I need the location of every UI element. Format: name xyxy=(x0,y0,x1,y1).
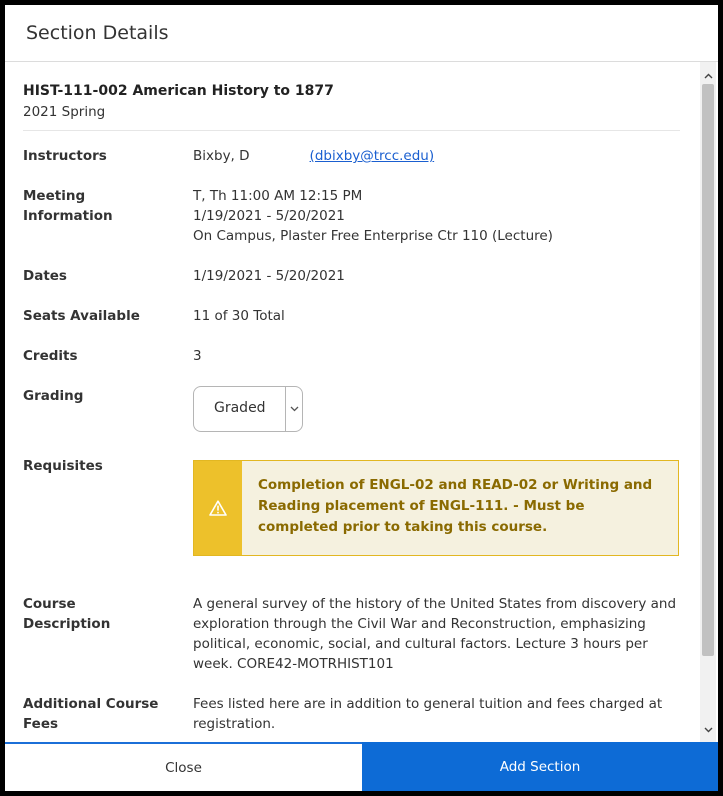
dates-label: Dates xyxy=(23,268,67,284)
grading-selected-value: Graded xyxy=(214,400,266,416)
meeting-information-label: Meeting Information xyxy=(23,186,183,226)
dialog-footer: Close Add Section xyxy=(5,742,718,791)
description-label-line2: Description xyxy=(23,616,111,632)
meeting-information-value: T, Th 11:00 AM 12:15 PM 1/19/2021 - 5/20… xyxy=(193,186,683,246)
vertical-scrollbar[interactable] xyxy=(700,62,716,742)
meeting-date-range: 1/19/2021 - 5/20/2021 xyxy=(193,208,345,224)
add-section-button[interactable]: Add Section xyxy=(362,742,718,791)
credits-label: Credits xyxy=(23,348,78,364)
course-description-label: Course Description xyxy=(23,594,183,634)
dialog-header: Section Details xyxy=(5,5,718,62)
term-label: 2021 Spring xyxy=(23,104,106,120)
chevron-up-icon[interactable] xyxy=(700,68,716,84)
additional-fees-value: Fees listed here are in addition to gene… xyxy=(193,696,663,732)
instructor-email-link[interactable]: (dbixby@trcc.edu) xyxy=(310,148,435,164)
credits-value: 3 xyxy=(193,348,202,364)
close-button[interactable]: Close xyxy=(5,742,362,791)
seats-available-label: Seats Available xyxy=(23,308,140,324)
instructor-name: Bixby, D xyxy=(193,148,250,164)
chevron-down-icon xyxy=(285,387,302,431)
instructors-value: Bixby, D (dbixby@trcc.edu) xyxy=(193,146,683,166)
meeting-days-time: T, Th 11:00 AM 12:15 PM xyxy=(193,188,363,204)
requisites-text: Completion of ENGL-02 and READ-02 or Wri… xyxy=(258,477,653,535)
warning-icon xyxy=(194,461,242,555)
fees-label-line1: Additional Course xyxy=(23,696,159,712)
grading-label: Grading xyxy=(23,388,84,404)
meeting-label-line1: Meeting xyxy=(23,188,86,204)
title-divider xyxy=(23,130,680,131)
course-description-value: A general survey of the history of the U… xyxy=(193,596,677,672)
description-label-line1: Course xyxy=(23,596,76,612)
fees-label-line2: Fees xyxy=(23,716,59,732)
meeting-label-line2: Information xyxy=(23,208,113,224)
requisites-label: Requisites xyxy=(23,458,103,474)
instructors-label: Instructors xyxy=(23,148,107,164)
dates-value: 1/19/2021 - 5/20/2021 xyxy=(193,268,345,284)
course-title: HIST-111-002 American History to 1877 xyxy=(23,83,334,99)
dialog-title: Section Details xyxy=(26,22,169,44)
requisites-warning: Completion of ENGL-02 and READ-02 or Wri… xyxy=(193,460,679,556)
dialog-body[interactable]: HIST-111-002 American History to 1877 20… xyxy=(5,62,718,742)
meeting-location: On Campus, Plaster Free Enterprise Ctr 1… xyxy=(193,228,553,244)
grading-select[interactable]: Graded xyxy=(193,386,303,432)
additional-fees-label: Additional Course Fees xyxy=(23,694,183,734)
chevron-down-icon[interactable] xyxy=(700,722,716,738)
scrollbar-thumb[interactable] xyxy=(702,84,714,656)
section-details-dialog: Section Details HIST-111-002 American Hi… xyxy=(5,5,718,791)
seats-available-value: 11 of 30 Total xyxy=(193,308,285,324)
